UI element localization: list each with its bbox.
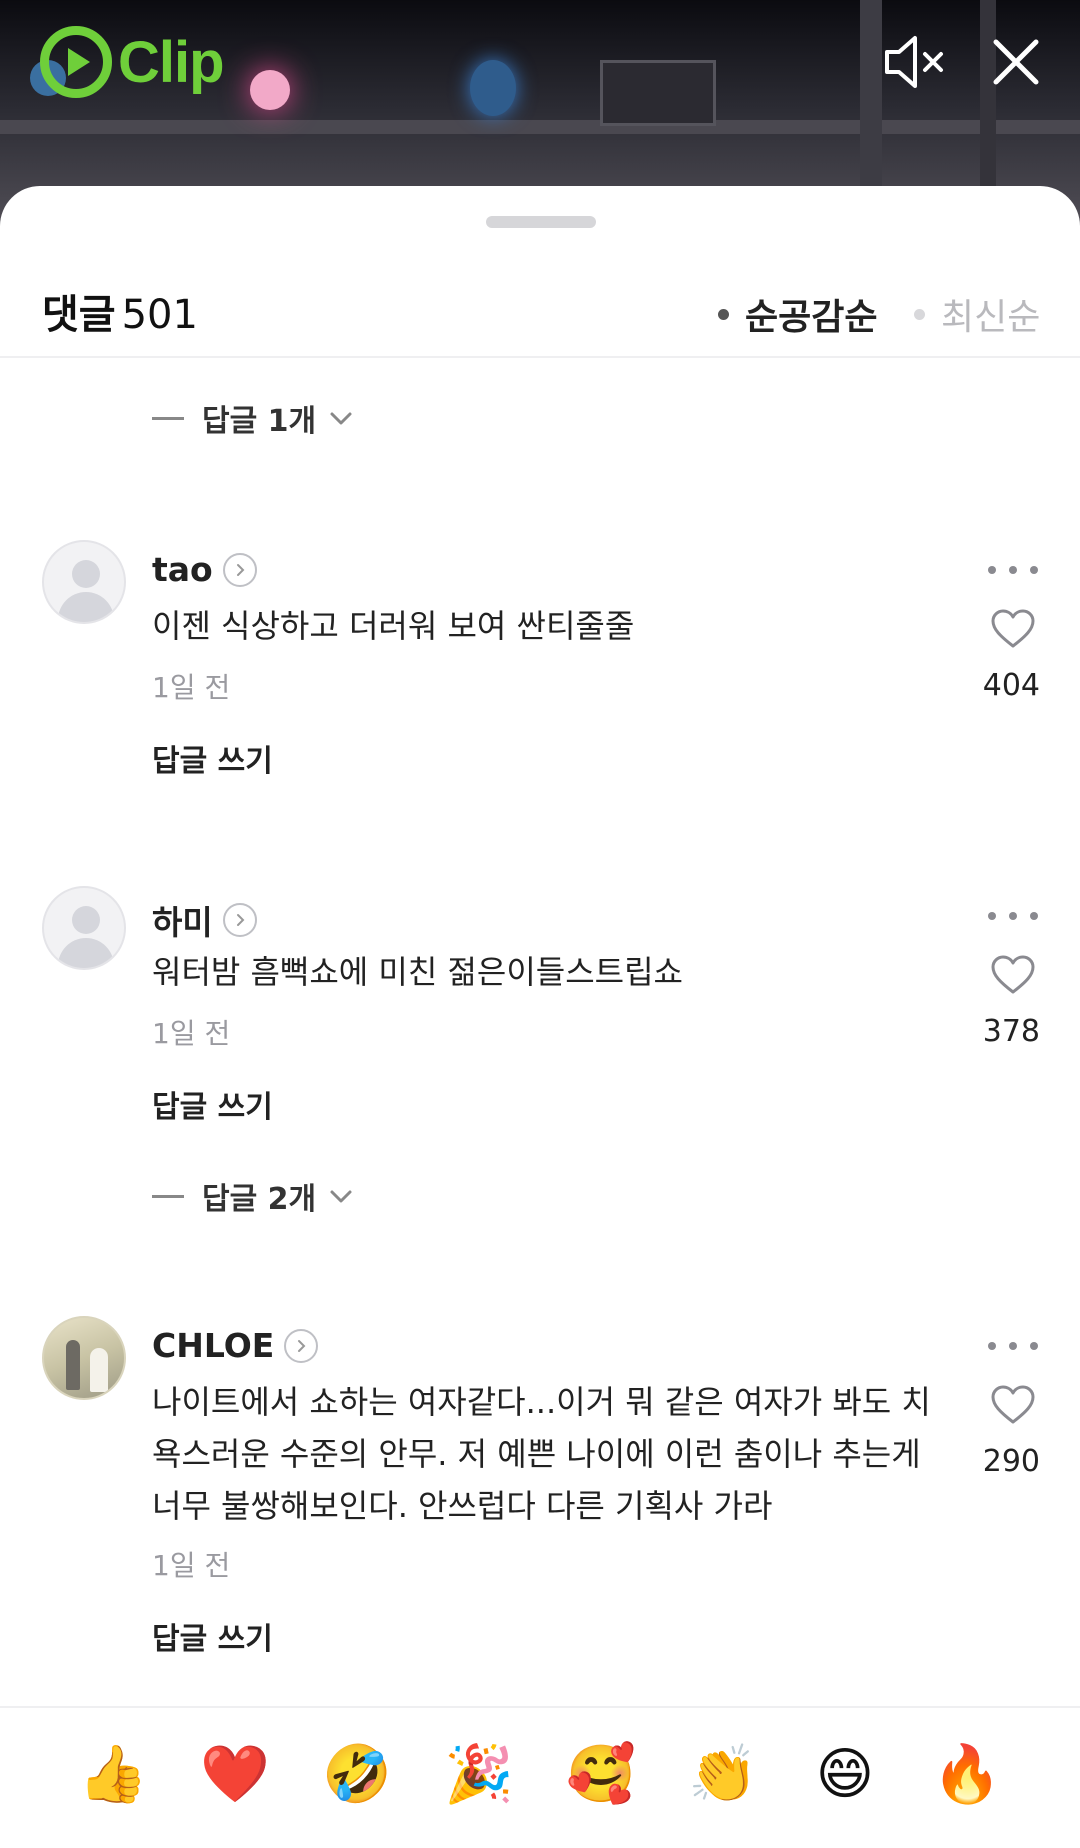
default-avatar-icon — [72, 906, 100, 934]
avatar[interactable] — [42, 886, 126, 970]
avatar[interactable] — [42, 1316, 126, 1400]
dash-icon — [152, 1194, 184, 1198]
comment-author-name: CHLOE — [152, 1326, 275, 1365]
replies-toggle-label: 답글 2개 — [202, 1182, 317, 1217]
comment-author[interactable]: tao — [152, 550, 257, 589]
sheet-grabber[interactable] — [486, 216, 596, 228]
like-count: 404 — [982, 668, 1040, 703]
replies-toggle-label: 답글 1개 — [202, 404, 317, 439]
sort-by-newest[interactable]: 최신순 — [914, 288, 1040, 340]
more-options-button[interactable] — [988, 906, 1038, 926]
profile-arrow-icon — [284, 1328, 319, 1363]
profile-arrow-icon — [222, 552, 257, 587]
more-icon — [988, 912, 996, 920]
close-button[interactable] — [982, 28, 1050, 96]
write-reply-button[interactable]: 답글 쓰기 — [152, 1082, 273, 1126]
party-emoji-button[interactable]: 🎉 — [444, 1740, 514, 1810]
like-count: 290 — [982, 1444, 1040, 1479]
sort-by-likes-label: 순공감순 — [745, 297, 878, 338]
comment-author-name: 하미 — [152, 903, 213, 942]
comments-count: 501 — [121, 292, 198, 338]
like-count: 378 — [982, 1014, 1040, 1049]
grin-emoji-button[interactable]: 😄 — [810, 1740, 880, 1810]
sort-by-newest-label: 최신순 — [941, 297, 1041, 338]
love-emoji-button[interactable]: 🥰 — [566, 1740, 636, 1810]
chevron-down-icon — [330, 412, 352, 425]
clip-logo: Clip — [40, 22, 225, 102]
write-reply-button[interactable]: 답글 쓰기 — [152, 1614, 273, 1658]
mute-button[interactable] — [880, 28, 948, 96]
more-options-button[interactable] — [988, 1336, 1038, 1356]
play-icon — [40, 26, 112, 98]
comment-time: 1일 전 — [152, 1017, 231, 1050]
comment-text: 이젠 식상하고 더러워 보여 싼티줄줄 — [152, 607, 635, 645]
sort-dot-icon — [718, 308, 729, 320]
profile-arrow-icon — [222, 903, 257, 937]
comments-title: 댓글 501 — [42, 282, 198, 340]
sort-dot-icon — [914, 308, 925, 320]
heart-emoji-button[interactable]: ❤️ — [200, 1740, 270, 1810]
clap-emoji-button[interactable]: 👏 — [688, 1740, 758, 1810]
more-icon — [988, 566, 996, 574]
comment-author-name: tao — [152, 550, 213, 589]
replies-toggle[interactable]: 답글 1개 — [152, 396, 354, 440]
heart-icon[interactable] — [990, 1384, 1036, 1426]
thumbs-up-emoji-button[interactable]: 👍 — [78, 1740, 148, 1810]
comments-title-label: 댓글 — [42, 292, 116, 338]
write-reply-button[interactable]: 답글 쓰기 — [152, 736, 273, 780]
mute-icon — [885, 36, 943, 88]
profile-photo — [66, 1340, 80, 1390]
fire-emoji-button[interactable]: 🔥 — [932, 1740, 1002, 1810]
comment-text: 워터밤 흠뻑쇼에 미친 젊은이들스트립쇼 — [152, 953, 683, 991]
comments-header: 댓글 501 순공감순 최신순 — [0, 266, 1080, 358]
emoji-reaction-bar: 👍 ❤️ 🤣 🎉 🥰 👏 😄 🔥 — [0, 1706, 1080, 1848]
more-icon — [988, 1342, 996, 1350]
comment-time: 1일 전 — [152, 671, 231, 704]
comments-sheet: 댓글 501 순공감순 최신순 답글 1개 tao 이젠 식상하고 더러워 보여 … — [0, 186, 1080, 1848]
comment-text: 나이트에서 쇼하는 여자같다...이거 뭐 같은 여자가 봐도 치욕스러운 수준… — [152, 1383, 931, 1525]
sort-by-likes[interactable]: 순공감순 — [718, 288, 877, 340]
comment-time: 1일 전 — [152, 1549, 231, 1582]
comment-author[interactable]: 하미 — [152, 896, 257, 944]
avatar[interactable] — [42, 540, 126, 624]
chevron-down-icon — [330, 1190, 352, 1203]
default-avatar-icon — [72, 560, 100, 588]
heart-icon[interactable] — [990, 954, 1036, 996]
more-options-button[interactable] — [988, 560, 1038, 580]
comment-author[interactable]: CHLOE — [152, 1326, 319, 1365]
logo-text: Clip — [118, 29, 225, 95]
heart-icon[interactable] — [990, 608, 1036, 650]
dash-icon — [152, 416, 184, 420]
replies-toggle[interactable]: 답글 2개 — [152, 1174, 354, 1218]
laughing-emoji-button[interactable]: 🤣 — [322, 1740, 392, 1810]
close-icon — [993, 39, 1039, 85]
